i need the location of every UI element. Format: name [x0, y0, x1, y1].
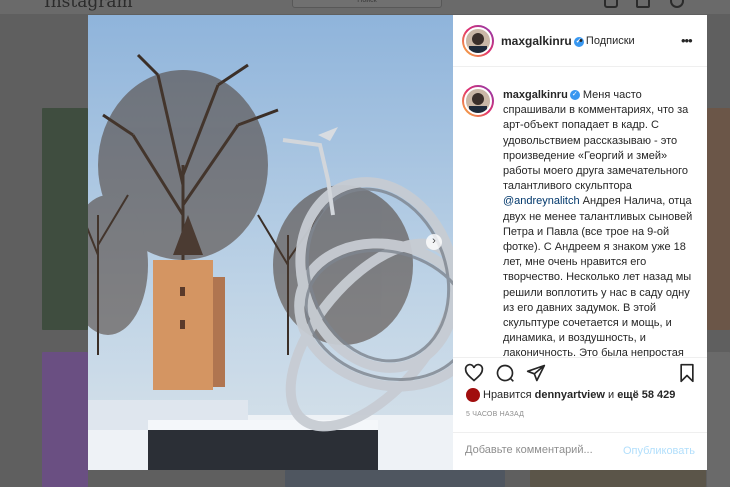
author-avatar[interactable]: [464, 27, 492, 55]
background-tile: [707, 352, 730, 487]
home-icon: [604, 0, 618, 8]
caption-text-continued: Андрея Налича, отца двух не менее талант…: [503, 195, 693, 358]
more-horizontal-icon[interactable]: •••: [681, 33, 693, 48]
post-panel: maxgalkinru ✓ • Подписки ••• maxgalkinru ✓…: [453, 15, 707, 470]
following-button[interactable]: • Подписки: [579, 35, 635, 47]
background-tile: [707, 108, 730, 330]
comment-input[interactable]: [465, 444, 615, 456]
post-header: maxgalkinru ✓ • Подписки •••: [453, 15, 707, 67]
post-caption: maxgalkinru ✓ Меня часто спрашивали в ком…: [503, 88, 698, 358]
liker-avatar: [466, 388, 480, 402]
publish-button[interactable]: Опубликовать: [623, 445, 695, 457]
share-icon[interactable]: [526, 363, 546, 388]
heart-icon[interactable]: [464, 363, 484, 388]
post-actions: [453, 357, 707, 387]
instagram-logo: Instagram: [44, 0, 133, 12]
background-tile: [530, 470, 706, 487]
caption-username[interactable]: maxgalkinru: [503, 89, 568, 101]
caption-area: maxgalkinru ✓ Меня часто спрашивали в ком…: [453, 68, 707, 358]
post-timestamp[interactable]: 5 ЧАСОВ НАЗАД: [466, 411, 524, 418]
bookmark-icon[interactable]: [677, 363, 697, 388]
comment-icon[interactable]: [495, 363, 515, 388]
post-photo: [88, 15, 453, 470]
background-tile: [42, 108, 88, 330]
comment-bar: Опубликовать: [453, 432, 707, 470]
direct-icon: [636, 0, 650, 8]
verified-icon: ✓: [569, 90, 580, 101]
background-search: Поиск: [292, 0, 442, 8]
mention-link[interactable]: @andreynalitch: [503, 195, 580, 207]
background-tile: [285, 470, 505, 487]
background-tile: [42, 352, 88, 487]
chevron-right-icon: ›: [432, 235, 436, 247]
caption-avatar[interactable]: [464, 87, 492, 115]
next-photo-button[interactable]: ›: [426, 234, 442, 250]
sculpture-photo: [88, 15, 453, 470]
author-username[interactable]: maxgalkinru ✓: [501, 34, 584, 48]
likes-summary[interactable]: Нравится dennyartview и ещё 58 429: [466, 388, 675, 404]
caption-text: Меня часто спрашивали в комментариях, чт…: [503, 89, 689, 193]
